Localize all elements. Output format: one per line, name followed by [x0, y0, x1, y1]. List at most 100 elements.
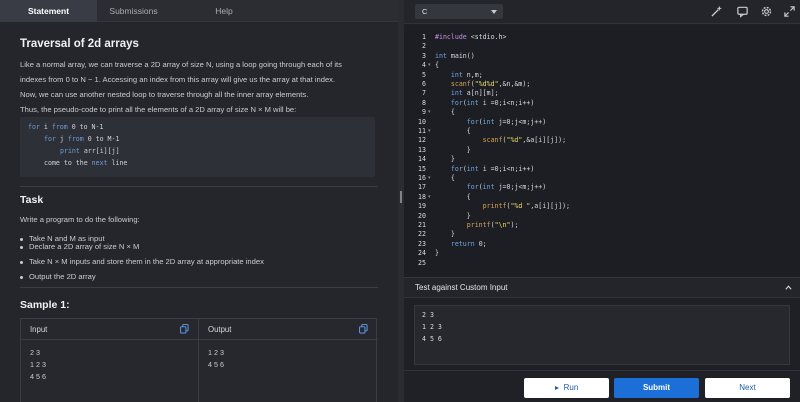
line-number: 20 — [418, 211, 426, 220]
code-line: return 0; — [450, 239, 487, 248]
task-item: Take N × M inputs and store them in the … — [20, 257, 264, 266]
line-number: 7 — [422, 89, 426, 98]
pseudo-line: for i from 0 to N-1 — [28, 123, 103, 131]
line-number: 16 — [418, 174, 426, 182]
task-heading: Task — [20, 194, 44, 206]
line-number: 2 — [422, 42, 426, 51]
code-line: { — [435, 192, 471, 201]
line-number: 22 — [418, 230, 426, 239]
bullet-icon — [20, 245, 23, 249]
code-line: { — [435, 61, 439, 70]
code-line: for(int i =0;i<n;i++) — [450, 164, 535, 173]
code-line: int a[n][m]; — [450, 89, 499, 98]
line-number: 9 — [422, 108, 426, 117]
intro-line-1: Like a normal array, we can traverse a 2… — [20, 60, 342, 69]
code-line: } — [435, 249, 439, 258]
divider — [20, 287, 378, 288]
code-line: { — [435, 127, 471, 135]
task-item: Declare a 2D array of size N × M — [20, 242, 139, 251]
fold-chevron-icon[interactable]: ▾ — [428, 109, 431, 115]
tab-help[interactable]: Help — [194, 0, 254, 22]
chevron-up-icon[interactable] — [785, 284, 792, 291]
pseudo-line: for j from 0 to M-1 — [44, 135, 119, 143]
sample-output-column: Output 1 2 3 4 5 6 — [199, 319, 378, 402]
line-number: 4 — [422, 61, 426, 70]
app-root: Statement Submissions Help Traversal of … — [0, 0, 800, 402]
task-item-text: Declare a 2D array of size N × M — [29, 242, 140, 251]
line-number: 13 — [418, 145, 426, 154]
code-line: } — [435, 230, 455, 239]
code-line: for(int j=0;j<m;j++) — [466, 183, 547, 192]
code-line: for(int i =0;i<n;i++) — [450, 98, 535, 107]
pseudo-text: 0 to N-1 — [67, 123, 104, 131]
copy-icon[interactable] — [180, 324, 189, 334]
copy-icon[interactable] — [359, 324, 368, 334]
fold-chevron-icon[interactable]: ▾ — [428, 128, 431, 134]
gear-icon[interactable] — [760, 5, 773, 18]
intro-line-3: Now, we can use another nested loop to t… — [20, 90, 309, 99]
fold-chevron-icon[interactable]: ▾ — [428, 194, 431, 200]
comment-icon[interactable] — [736, 5, 749, 18]
pseudo-text: come to the — [44, 159, 92, 167]
fold-chevron-icon[interactable]: ▾ — [428, 62, 431, 68]
custom-input-field[interactable]: 2 3 1 2 3 4 5 6 — [414, 305, 790, 365]
custom-input-header[interactable]: Test against Custom Input — [404, 278, 800, 298]
line-number: 24 — [418, 249, 426, 258]
code-line: scanf("%d%d",&n,&m); — [450, 80, 531, 88]
next-button[interactable]: Next — [705, 378, 790, 398]
fold-chevron-icon[interactable]: ▾ — [428, 175, 431, 181]
line-number: 18 — [418, 192, 426, 201]
pseudo-keyword: next — [91, 159, 108, 167]
code-editor[interactable]: 1 #include <stdio.h> 2 3 int main() 4 ▾{5 int … — [404, 25, 800, 277]
chevron-down-icon — [491, 10, 497, 14]
line-number: 21 — [418, 221, 426, 229]
line-number: 14 — [418, 155, 426, 164]
problem-pane: Statement Submissions Help Traversal of … — [0, 0, 398, 402]
code-line: int main() — [435, 51, 475, 60]
tab-statement[interactable]: Statement — [0, 0, 97, 22]
pseudo-keyword: from — [67, 135, 84, 143]
code-line: } — [435, 145, 471, 154]
line-number: 17 — [418, 183, 426, 192]
problem-title: Traversal of 2d arrays — [20, 38, 139, 50]
pseudo-text: arr[i][j] — [79, 147, 120, 155]
bullet-icon — [20, 237, 23, 241]
code-line: for(int j=0;j<m;j++) — [466, 117, 547, 126]
pseudo-line: come to the next line — [44, 159, 127, 167]
line-number: 8 — [422, 98, 426, 107]
language-value: C — [422, 7, 428, 16]
intro-line-4: Thus, the pseudo-code to print all the e… — [20, 105, 297, 114]
bullet-icon — [20, 260, 23, 264]
tab-submissions[interactable]: Submissions — [97, 0, 170, 22]
pseudo-text: i — [39, 123, 52, 131]
run-button[interactable]: Run — [524, 378, 609, 398]
tab-bar: Statement Submissions Help — [0, 0, 398, 22]
language-select[interactable]: C — [415, 4, 503, 19]
expand-icon[interactable] — [783, 5, 796, 18]
code-line: } — [435, 211, 471, 220]
code-line: { — [435, 174, 455, 182]
magic-wand-icon[interactable] — [710, 5, 723, 18]
task-item-text: Take N × M inputs and store them in the … — [29, 257, 264, 266]
code-line: { — [435, 108, 455, 117]
line-number: 19 — [418, 202, 426, 211]
line-number: 15 — [418, 164, 426, 173]
sample-input-line: 2 3 — [30, 348, 40, 357]
code-line: printf("%d ",a[i][j]); — [482, 202, 571, 211]
pseudo-keyword: print — [60, 147, 80, 155]
drag-handle-icon[interactable] — [400, 191, 402, 203]
pseudo-text: line — [107, 159, 128, 167]
line-number: 11 — [418, 127, 426, 135]
task-item: Output the 2D array — [20, 272, 96, 281]
task-item-text: Output the 2D array — [29, 272, 96, 281]
editor-pane: C 1 #include <stdio.h> 2 3 int main() 4 ▾{5 in… — [404, 0, 800, 402]
pseudo-code-block: for i from 0 to N-1 for j from 0 to M-1 … — [20, 117, 375, 177]
sample-output-line: 4 5 6 — [208, 360, 224, 369]
pseudo-line: print arr[i][j] — [60, 147, 120, 155]
line-number: 25 — [418, 258, 426, 267]
line-number: 5 — [422, 70, 426, 79]
custom-input-line: 1 2 3 — [422, 323, 442, 331]
divider — [20, 186, 378, 187]
pseudo-keyword: for — [28, 123, 40, 131]
submit-button[interactable]: Submit — [614, 378, 699, 398]
